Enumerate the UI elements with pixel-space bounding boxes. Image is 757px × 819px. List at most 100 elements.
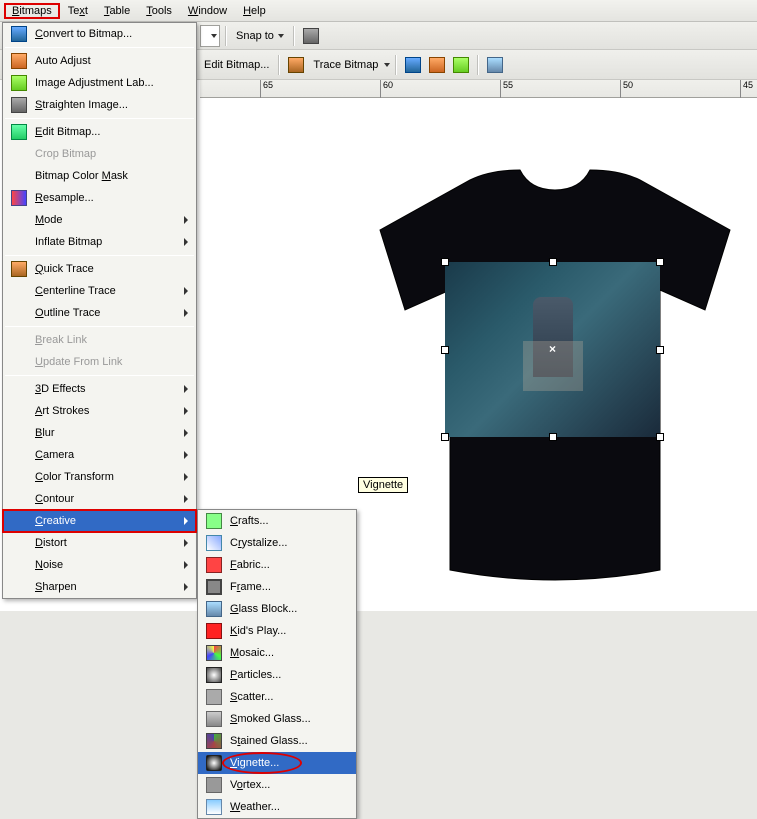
trace-bitmap-label[interactable]: Trace Bitmap: [309, 59, 382, 71]
menu-item-label: Color Transform: [31, 471, 180, 483]
chevron-down-icon: [211, 34, 217, 38]
horizontal-ruler: 6560555045: [200, 80, 757, 98]
menu-item-vortex[interactable]: Vortex...: [198, 774, 356, 796]
submenu-arrow: [180, 287, 192, 295]
submenu-arrow: [180, 238, 192, 246]
menu-item-crafts[interactable]: Crafts...: [198, 510, 356, 532]
vignette-icon: [202, 755, 226, 771]
trace-bitmap-button[interactable]: [285, 54, 307, 76]
selection-handle[interactable]: [656, 346, 664, 354]
menu-item-camera[interactable]: Camera: [3, 444, 196, 466]
menu-item-centerline-trace[interactable]: Centerline Trace: [3, 280, 196, 302]
weather-icon: [202, 799, 226, 815]
menu-item-label: Glass Block...: [226, 603, 340, 615]
menu-item-straighten-image[interactable]: Straighten Image...: [3, 94, 196, 116]
bitmap-icon: [7, 26, 31, 42]
particles-icon: [202, 667, 226, 683]
tooltip: Vignette: [358, 477, 408, 493]
menu-item-label: Convert to Bitmap...: [31, 28, 180, 40]
selection-handle[interactable]: [549, 433, 557, 441]
menu-item-3d-effects[interactable]: 3D Effects: [3, 378, 196, 400]
toolbar-dropdown[interactable]: [200, 25, 220, 47]
menu-item-stained-glass[interactable]: Stained Glass...: [198, 730, 356, 752]
menu-item-noise[interactable]: Noise: [3, 554, 196, 576]
menubar-item-help[interactable]: Help: [235, 3, 274, 19]
toolbar-button[interactable]: [402, 54, 424, 76]
menu-item-label: Scatter...: [226, 691, 340, 703]
toolbar-button[interactable]: [300, 25, 322, 47]
selection-handle[interactable]: [441, 346, 449, 354]
menu-item-resample[interactable]: Resample...: [3, 187, 196, 209]
menubar-item-window[interactable]: Window: [180, 3, 235, 19]
menu-item-quick-trace[interactable]: Quick Trace: [3, 258, 196, 280]
menu-item-label: Crop Bitmap: [31, 148, 180, 160]
menu-item-label: Contour: [31, 493, 180, 505]
menubar-item-table[interactable]: Table: [96, 3, 138, 19]
menu-item-distort[interactable]: Distort: [3, 532, 196, 554]
chevron-down-icon: [384, 63, 390, 67]
submenu-arrow: [180, 495, 192, 503]
menu-item-label: Kid's Play...: [226, 625, 340, 637]
menu-item-label: Smoked Glass...: [226, 713, 340, 725]
selection-handle[interactable]: [549, 258, 557, 266]
menu-item-bitmap-color-mask[interactable]: Bitmap Color Mask: [3, 165, 196, 187]
menu-item-vignette[interactable]: Vignette...: [198, 752, 356, 774]
toolbar-button[interactable]: [426, 54, 448, 76]
menu-item-auto-adjust[interactable]: Auto Adjust: [3, 50, 196, 72]
menu-item-art-strokes[interactable]: Art Strokes: [3, 400, 196, 422]
menu-item-scatter[interactable]: Scatter...: [198, 686, 356, 708]
straighten-icon: [7, 97, 31, 113]
mosaic-icon: [202, 645, 226, 661]
menu-item-label: Inflate Bitmap: [31, 236, 180, 248]
menu-item-label: Camera: [31, 449, 180, 461]
frame-icon: [202, 579, 226, 595]
menu-item-label: 3D Effects: [31, 383, 180, 395]
menu-item-blur[interactable]: Blur: [3, 422, 196, 444]
menu-item-label: Quick Trace: [31, 263, 180, 275]
menubar-item-text[interactable]: Text: [60, 3, 96, 19]
snap-to-dropdown[interactable]: Snap to: [232, 30, 288, 42]
toolbar-separator: [278, 55, 280, 75]
toolbar-separator: [477, 55, 479, 75]
submenu-arrow: [180, 583, 192, 591]
menu-item-label: Resample...: [31, 192, 180, 204]
menu-item-sharpen[interactable]: Sharpen: [3, 576, 196, 598]
menu-item-label: Update From Link: [31, 356, 180, 368]
menu-item-mosaic[interactable]: Mosaic...: [198, 642, 356, 664]
menu-item-crystalize[interactable]: Crystalize...: [198, 532, 356, 554]
menu-item-kid-s-play[interactable]: Kid's Play...: [198, 620, 356, 642]
menu-item-mode[interactable]: Mode: [3, 209, 196, 231]
menu-item-frame[interactable]: Frame...: [198, 576, 356, 598]
menubar-item-bitmaps[interactable]: Bitmaps: [4, 3, 60, 19]
toolbar-button[interactable]: [450, 54, 472, 76]
edit-bitmap-button[interactable]: Edit Bitmap...: [200, 59, 273, 71]
toolbar-separator: [395, 55, 397, 75]
menu-item-label: Mode: [31, 214, 180, 226]
menu-item-glass-block[interactable]: Glass Block...: [198, 598, 356, 620]
menu-item-contour[interactable]: Contour: [3, 488, 196, 510]
menu-item-smoked-glass[interactable]: Smoked Glass...: [198, 708, 356, 730]
menu-item-label: Vignette...: [226, 757, 340, 769]
menu-item-edit-bitmap[interactable]: Edit Bitmap...: [3, 121, 196, 143]
menu-item-weather[interactable]: Weather...: [198, 796, 356, 818]
selection-handle[interactable]: [441, 433, 449, 441]
selection-handle[interactable]: [656, 433, 664, 441]
menu-item-image-adjustment-lab[interactable]: Image Adjustment Lab...: [3, 72, 196, 94]
submenu-arrow: [180, 473, 192, 481]
menu-item-inflate-bitmap[interactable]: Inflate Bitmap: [3, 231, 196, 253]
menu-item-label: Art Strokes: [31, 405, 180, 417]
menu-item-particles[interactable]: Particles...: [198, 664, 356, 686]
menu-item-fabric[interactable]: Fabric...: [198, 554, 356, 576]
menu-item-label: Vortex...: [226, 779, 340, 791]
toolbar-button[interactable]: [484, 54, 506, 76]
menu-item-label: Edit Bitmap...: [31, 126, 180, 138]
menu-item-creative[interactable]: Creative: [3, 510, 196, 532]
selection-handle[interactable]: [656, 258, 664, 266]
menubar-item-tools[interactable]: Tools: [138, 3, 180, 19]
menu-item-convert-to-bitmap[interactable]: Convert to Bitmap...: [3, 23, 196, 45]
glass-icon: [202, 601, 226, 617]
trace-icon: [7, 261, 31, 277]
menu-item-outline-trace[interactable]: Outline Trace: [3, 302, 196, 324]
selection-handle[interactable]: [441, 258, 449, 266]
menu-item-color-transform[interactable]: Color Transform: [3, 466, 196, 488]
